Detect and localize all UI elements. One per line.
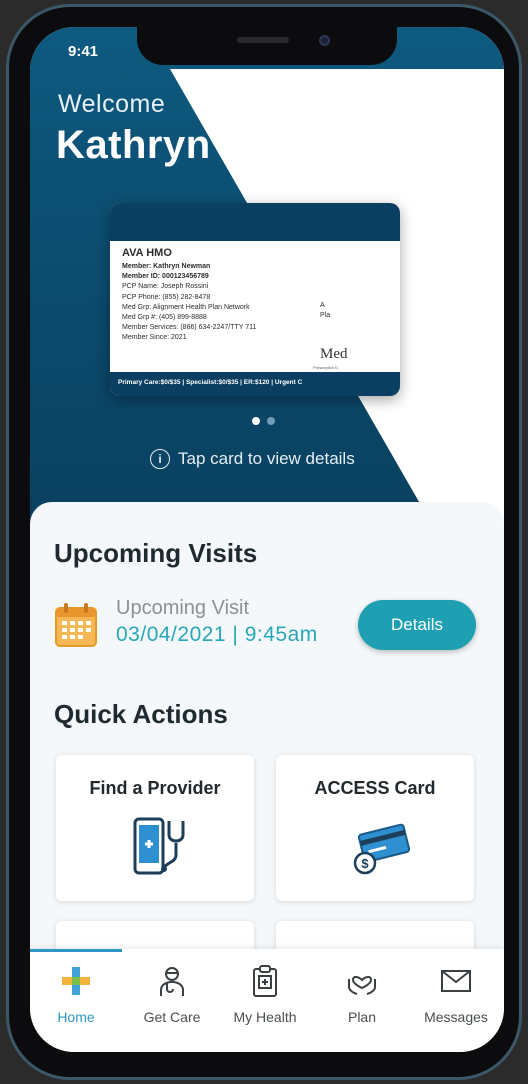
pager-dot[interactable]	[267, 417, 275, 425]
pager-dot-active[interactable]	[252, 417, 260, 425]
tab-messages[interactable]: Messages	[410, 963, 502, 1025]
active-tab-indicator	[30, 949, 122, 952]
access-card-label: ACCESS Card	[314, 778, 436, 798]
card-right-line: Pla	[320, 312, 331, 319]
speaker	[237, 37, 289, 43]
card-pcp-name: PCP Name: Joseph Rossini	[122, 283, 209, 291]
card-pcp-phone: PCP Phone: (855) 282-8478	[122, 293, 211, 301]
find-provider-label: Find a Provider	[89, 778, 221, 798]
member-name: Kathryn	[56, 123, 211, 167]
card-pager	[252, 417, 275, 425]
info-icon: i	[150, 449, 170, 469]
upcoming-visit-label: Upcoming Visit	[116, 597, 250, 619]
phone-stethoscope-icon	[129, 815, 193, 884]
app-screen: 9:41 Welcome Kathryn AVA HMO Member: Kat…	[30, 27, 504, 1052]
clipboard-heart-icon	[219, 963, 311, 999]
access-card-card[interactable]: ACCESS Card $	[276, 755, 474, 901]
tap-card-hint: i Tap card to view details	[150, 449, 355, 469]
card-med-group: Med Grp: Alignment Health Plan Network	[122, 303, 250, 311]
camera	[319, 35, 330, 46]
tab-my-health[interactable]: My Health	[219, 963, 311, 1025]
card-logo-subtitle: Prescription D	[313, 365, 339, 370]
tap-hint-text: Tap card to view details	[178, 449, 355, 468]
card-payment-icon: $	[349, 815, 413, 884]
status-time: 9:41	[68, 43, 99, 60]
quick-actions-title: Quick Actions	[54, 699, 228, 729]
find-provider-card[interactable]: Find a Provider	[56, 755, 254, 901]
tab-home[interactable]: Home	[30, 963, 122, 1025]
tab-home-label: Home	[57, 1009, 95, 1025]
card-logo: Med	[320, 346, 348, 362]
hands-heart-icon	[316, 963, 408, 999]
card-med-group-number: Med Grp #: (405) 899-8888	[122, 314, 207, 322]
card-member-services: Member Services: (866) 634-2247/TTY 711	[122, 324, 257, 332]
card-plan-name: AVA HMO	[122, 247, 172, 259]
card-right-line: A	[320, 302, 325, 309]
envelope-icon	[410, 963, 502, 999]
card-body: AVA HMO Member: Kathryn Newman Member ID…	[110, 241, 400, 350]
card-header-strip	[110, 203, 400, 241]
card-copay-footer: Primary Care:$0/$35 | Specialist:$0/$35 …	[110, 372, 400, 396]
svg-text:$: $	[361, 856, 369, 871]
tab-get-care-label: Get Care	[143, 1009, 201, 1025]
tab-plan-label: Plan	[347, 1009, 377, 1025]
card-right-column: A Pla	[320, 301, 330, 321]
bottom-tab-bar: Home Get Care My Health Plan Messages	[30, 949, 504, 1052]
tab-my-health-label: My Health	[233, 1009, 297, 1025]
upcoming-visits-title: Upcoming Visits	[54, 538, 258, 568]
welcome-text: Welcome	[58, 90, 166, 118]
card-member-name: Member: Kathryn Newman	[122, 263, 211, 270]
doctor-icon	[126, 963, 218, 999]
home-cross-icon	[30, 963, 122, 999]
tab-messages-label: Messages	[424, 1009, 488, 1025]
upcoming-visit-date: 03/04/2021 | 9:45am	[116, 623, 318, 646]
tab-get-care[interactable]: Get Care	[126, 963, 218, 1025]
details-button[interactable]: Details	[358, 600, 476, 650]
tab-plan[interactable]: Plan	[316, 963, 408, 1025]
calendar-icon	[54, 602, 98, 653]
card-member-id: Member ID: 000123456789	[122, 273, 209, 281]
card-member-since: Member Since: 2021	[122, 334, 187, 342]
device-notch	[137, 27, 397, 65]
member-id-card[interactable]: AVA HMO Member: Kathryn Newman Member ID…	[110, 203, 400, 396]
